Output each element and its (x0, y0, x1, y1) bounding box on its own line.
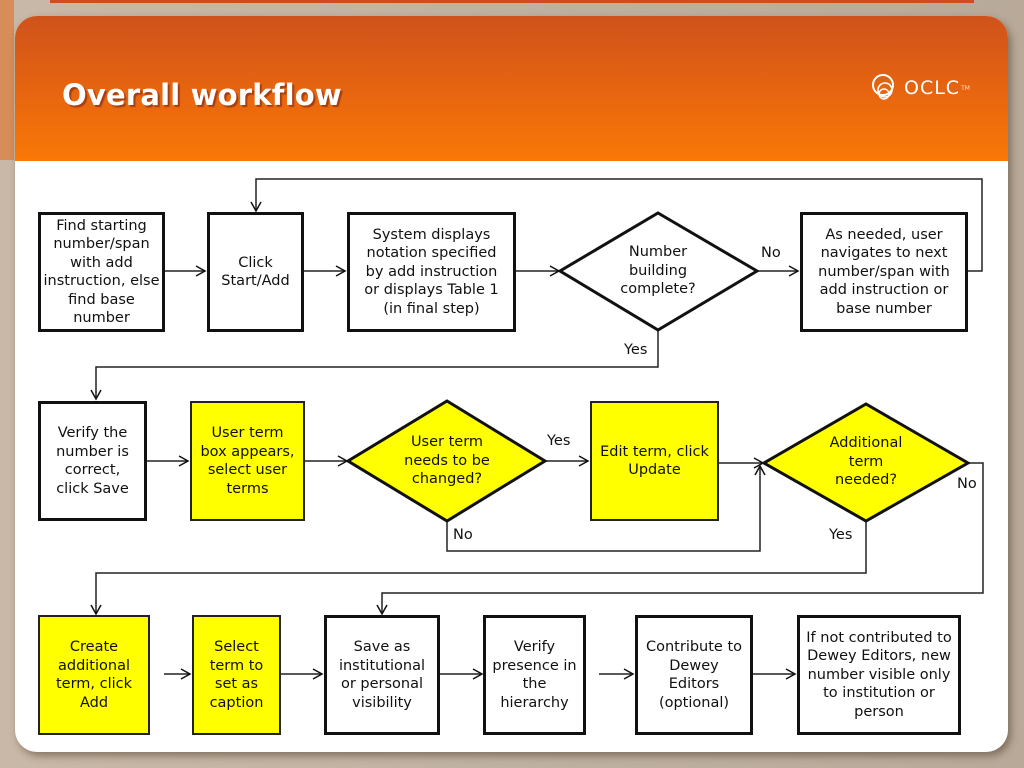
step-text: Contribute to Dewey Editors (optional) (645, 639, 743, 711)
label-yes: Yes (547, 433, 571, 449)
label-no: No (957, 476, 977, 492)
left-accent-strip (0, 0, 14, 160)
step-text: Edit term, click Update (600, 443, 709, 479)
step-navigate-next: As needed, user navigates to next number… (800, 212, 968, 332)
arrow-decision-yes-to-verify (90, 330, 659, 401)
step-text: If not contributed to Dewey Editors, new… (806, 629, 952, 720)
decision-term-change: User term needs to be changed? (404, 434, 490, 488)
step-not-contributed: If not contributed to Dewey Editors, new… (797, 615, 961, 735)
label-no: No (453, 527, 473, 543)
step-find-starting-number: Find starting number/span with add instr… (38, 212, 165, 332)
arrow-additional-yes-to-create (90, 521, 867, 616)
step-verify-number: Verify the number is correct, click Save (38, 401, 147, 521)
step-contribute: Contribute to Dewey Editors (optional) (635, 615, 753, 735)
step-system-displays: System displays notation specified by ad… (347, 212, 516, 332)
step-click-start-add: Click Start/Add (207, 212, 304, 332)
step-text: Find starting number/span with add instr… (43, 217, 160, 327)
label-yes: Yes (624, 342, 648, 358)
label-no: No (761, 245, 781, 261)
step-text: User term box appears, select user terms (200, 425, 295, 497)
step-text: Verify presence in the hierarchy (492, 639, 577, 711)
slide: Overall workflow OCLC TM Find starting n… (15, 16, 1008, 752)
step-text: Select term to set as caption (209, 639, 264, 711)
label-yes: Yes (829, 527, 853, 543)
step-select-caption: Select term to set as caption (192, 615, 281, 735)
top-accent-strip (50, 0, 974, 3)
step-create-additional-term: Create additional term, click Add (38, 615, 150, 735)
step-edit-term: Edit term, click Update (590, 401, 719, 521)
step-verify-presence: Verify presence in the hierarchy (483, 615, 586, 735)
step-text: As needed, user navigates to next number… (818, 226, 950, 317)
step-text: Create additional term, click Add (55, 639, 133, 711)
step-text: Save as institutional or personal visibi… (338, 639, 426, 711)
decision-additional-term: Additional term needed? (829, 435, 903, 489)
step-text: Click Start/Add (221, 254, 290, 290)
step-save-visibility: Save as institutional or personal visibi… (324, 615, 440, 735)
step-user-term-box: User term box appears, select user terms (190, 401, 305, 521)
step-text: System displays notation specified by ad… (364, 226, 499, 317)
step-text: Verify the number is correct, click Save (56, 425, 129, 497)
decision-number-complete: Number building complete? (620, 244, 696, 298)
